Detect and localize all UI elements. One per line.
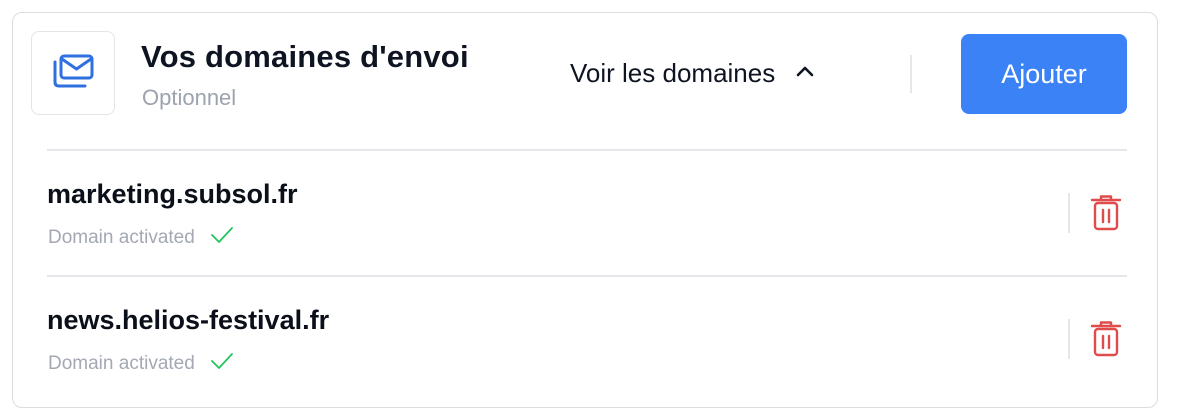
icon-tile: [31, 31, 115, 115]
trash-icon: [1090, 194, 1122, 237]
status-text: Domain activated: [48, 226, 195, 248]
chevron-up-icon: [795, 64, 815, 83]
check-icon: [209, 225, 235, 250]
mail-stack-icon: [51, 53, 95, 94]
toggle-domains-button[interactable]: Voir les domaines: [570, 53, 815, 93]
check-icon: [209, 351, 235, 376]
toggle-domains-label: Voir les domaines: [570, 57, 776, 88]
card-subtitle: Optionnel: [142, 85, 237, 110]
delete-domain-button[interactable]: [1089, 320, 1123, 363]
header-divider: [910, 55, 912, 93]
status-text: Domain activated: [48, 352, 195, 374]
card-header: Vos domaines d'envoi Optionnel Voir les …: [13, 13, 1157, 149]
domain-status: Domain activated: [48, 225, 235, 250]
list-item: news.helios-festival.fr Domain activated: [13, 277, 1157, 401]
domain-status: Domain activated: [48, 351, 235, 376]
sending-domains-card: Vos domaines d'envoi Optionnel Voir les …: [12, 12, 1158, 408]
card-title: Vos domaines d'envoi: [141, 39, 469, 74]
add-domain-button[interactable]: Ajouter: [961, 34, 1127, 114]
trash-icon: [1090, 320, 1122, 363]
delete-domain-button[interactable]: [1089, 194, 1123, 237]
domain-name: news.helios-festival.fr: [47, 305, 330, 335]
row-divider: [1068, 193, 1070, 233]
domain-name: marketing.subsol.fr: [47, 179, 298, 209]
list-item: marketing.subsol.fr Domain activated: [13, 151, 1157, 275]
row-divider: [1068, 319, 1070, 359]
